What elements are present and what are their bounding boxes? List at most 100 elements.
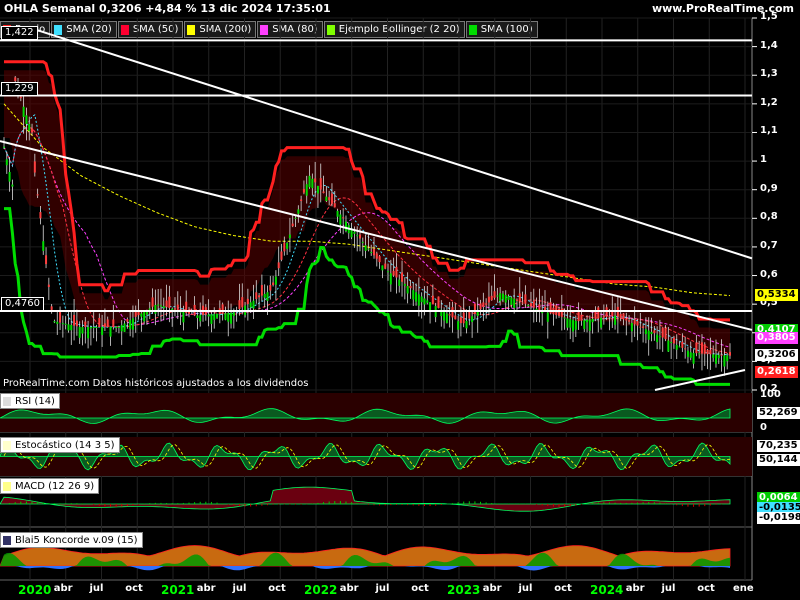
candle-body [653,330,656,334]
candle-body [622,313,625,320]
candle-body [381,265,384,271]
candle-body [249,302,252,308]
candle-body [53,321,56,323]
candle-body [667,340,670,352]
candle-body [173,308,176,310]
candle-body [496,295,499,297]
candle-body [538,304,541,311]
candle-body [246,298,249,304]
candle-body [19,96,22,99]
candle-body [316,185,319,194]
trendline-lower [654,368,746,391]
candle-body [580,314,583,321]
candle-body [280,251,283,260]
candle-body [499,293,502,302]
candle-body [546,312,549,322]
candle-body [437,296,440,308]
candle-body [286,243,289,249]
candle-body [364,245,367,251]
candle-body [443,311,446,321]
candle-body [98,317,101,328]
candle-body [103,323,106,328]
candle-body [227,313,230,322]
candle-body [92,327,95,329]
candle-body [176,304,179,311]
candle-body [328,197,331,201]
rsi-label-text: RSI (14) [15,395,55,407]
candle-body [510,297,513,305]
candle-body [524,294,527,304]
candle-body [664,328,667,340]
candle-body [123,323,126,332]
candle-body [106,319,109,328]
candle-body [588,319,591,331]
candle-body [714,354,717,364]
candle-body [672,337,675,344]
candle-body [650,331,653,335]
candle-body [199,315,202,322]
candle-body [11,184,14,187]
candle-body [151,297,154,307]
candle-body [367,248,370,250]
bollinger-fill-upper [4,70,730,355]
trendline-upper [34,28,753,260]
candle-body [625,318,628,321]
candle-body [336,210,339,217]
candle-body [182,312,185,323]
candle-body [134,311,137,317]
candle-body [159,305,162,307]
candle-body [597,307,600,319]
candle-body [574,320,577,330]
macd-line [0,486,731,512]
candle-body [681,341,684,348]
candle-body [112,319,115,328]
candle-body [521,302,524,304]
candle-body [501,293,504,300]
candle-body [375,253,378,259]
candle-body [698,353,701,355]
candle-body [490,295,493,301]
candle-body [120,325,123,332]
koncorde-blue-area [0,566,730,571]
candle-body [572,320,575,332]
candle-body [14,77,17,81]
candle-body [28,123,31,131]
koncorde-label-text: Blai5 Koncorde v.09 (15) [15,534,138,546]
candle-body [232,312,235,316]
candle-body [339,214,342,225]
candle-body [272,282,275,285]
candle-body [454,315,457,320]
candle-body [487,296,490,303]
candle-body [602,315,605,318]
candle-body [157,304,160,306]
candle-body [162,306,165,309]
candle-body [356,235,359,237]
candle-body [426,300,429,303]
candle-body [614,315,617,325]
candle-body [101,327,104,335]
candle-body [171,308,174,311]
candle-body [39,212,42,219]
candle-body [319,178,322,190]
candle-body [409,285,412,289]
candle-body [619,313,622,318]
candle-body [608,316,611,318]
candle-body [729,352,731,356]
candle-body [398,279,401,286]
candle-body [373,248,376,256]
candle-body [600,317,603,328]
candle-body [353,231,356,234]
candle-body [389,273,392,285]
candle-body [465,320,468,329]
candle-body [462,312,465,324]
candle-body [117,326,120,328]
candle-body [322,191,325,194]
candle-body [675,344,678,350]
stoch-swatch [3,440,11,450]
koncorde-swatch [3,535,11,545]
candle-body [656,334,659,343]
candle-body [468,311,471,319]
candle-body [266,292,269,301]
candle-body [224,313,227,320]
candle-body [33,161,36,173]
